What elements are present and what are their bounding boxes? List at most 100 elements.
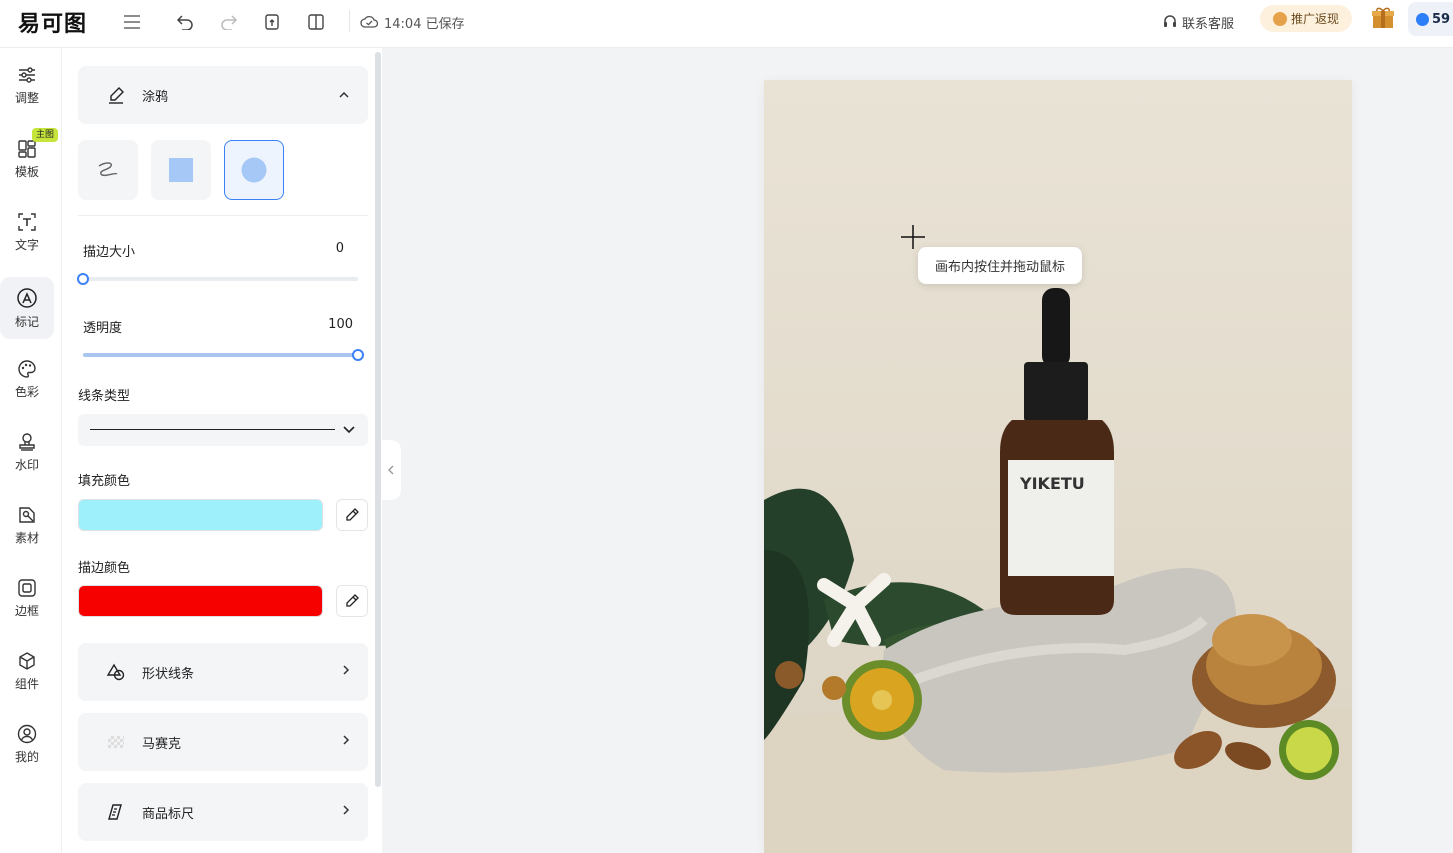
mosaic-label: 马赛克 [142,736,182,752]
contact-service-label: 联系客服 [1182,16,1235,32]
nav-item-mark[interactable]: 标记 [0,277,54,339]
nav-label-text: 文字 [14,237,39,252]
opacity-slider-fill [83,353,358,357]
nav-label-mark: 标记 [14,314,39,329]
chevron-right-icon [342,664,350,680]
save-status-text: 14:04 已保存 [384,16,465,32]
product-photo: YIKETU [764,288,1352,853]
bottle-brand-text: YIKETU [1019,474,1085,493]
rectangle-tool-button[interactable] [151,140,211,200]
sliders-icon [19,66,35,83]
line-type-select[interactable] [78,414,368,446]
collapse-panel-button[interactable] [381,440,401,500]
opacity-slider-handle[interactable] [352,349,364,361]
circle-icon [241,157,267,183]
top-toolbar: 易可图 14:04 已保存 联系客服 推广返现 59 [0,0,1453,48]
toolbar-divider [349,10,350,32]
nav-label-component: 组件 [14,676,39,691]
text-icon [18,212,36,231]
credits-value: 59 [1432,11,1451,27]
restore-icon[interactable] [259,9,285,35]
nav-item-material[interactable]: 素材 [0,494,54,556]
menu-icon[interactable] [119,9,145,35]
chevron-right-icon [342,804,350,820]
contact-service-button[interactable]: 联系客服 [1162,9,1234,35]
palette-icon [18,359,36,378]
bottle-dropper-bulb [1042,288,1070,368]
square-icon [169,158,193,182]
doodle-title: 涂鸦 [142,89,169,105]
nav-item-frame[interactable]: 边框 [0,567,54,629]
opacity-label: 透明度 [83,321,123,336]
shapes-lines-label: 形状线条 [142,666,195,682]
freehand-line-icon [98,162,118,177]
mark-icon [17,287,37,308]
coin-icon [1272,11,1287,26]
headset-icon [1164,15,1176,27]
nav-item-watermark[interactable]: 水印 [0,421,54,483]
mark-settings-panel: 涂鸦 描边大小 0 透明度 100 线条类型 填充颜色 描边颜色 形状线条 马赛… [62,48,382,853]
mosaic-section[interactable]: 马赛克 [78,713,368,771]
bottle-cap [1024,362,1088,422]
stamp-icon [19,432,35,451]
stroke-color-label: 描边颜色 [78,561,131,576]
opacity-value: 100 [328,317,353,332]
divider [78,215,368,216]
leaf [764,550,809,740]
promo-cashback-button[interactable]: 推广返现 [1260,5,1352,32]
gift-box-icon[interactable] [1371,6,1395,30]
opacity-slider[interactable] [83,349,364,361]
product-ruler-label: 商品标尺 [142,806,195,822]
nav-label-adjust: 调整 [14,90,39,105]
shapes-icon [106,662,126,682]
stroke-eyedropper-button[interactable] [336,585,368,617]
fill-eyedropper-button[interactable] [336,499,368,531]
mosaic-icon [106,732,126,752]
promo-label: 推广返现 [1290,12,1339,26]
compare-icon[interactable] [303,9,329,35]
left-nav: 调整 模板 主图 文字 标记 色彩 水印 素材 边框 组件 我的 [0,48,62,853]
nav-label-frame: 边框 [14,603,39,618]
eyedropper-icon [346,508,359,521]
nav-item-component[interactable]: 组件 [0,640,54,702]
stroke-size-value: 0 [335,241,344,256]
lightning-icon [1416,12,1429,26]
frame-icon [18,578,36,597]
nav-label-color: 色彩 [14,384,39,399]
doodle-section-header[interactable]: 涂鸦 [78,66,368,124]
user-icon [17,724,37,743]
stroke-color-swatch[interactable] [78,585,323,617]
canvas-hint-tooltip: 画布内按住并拖动鼠标 [918,247,1082,284]
nav-item-color[interactable]: 色彩 [0,348,54,410]
cube-icon [19,651,35,670]
material-icon [19,506,35,523]
ruler-icon [106,802,126,822]
freehand-tool-button[interactable] [78,140,138,200]
main-image-badge: 主图 [32,128,59,142]
redo-icon[interactable] [216,9,242,35]
circle-tool-button[interactable] [224,140,284,200]
nav-label-material: 素材 [14,530,39,545]
design-canvas[interactable]: YIKETU [764,80,1352,853]
line-type-label: 线条类型 [78,389,131,404]
chevron-up-icon[interactable] [338,88,350,103]
crosshair-cursor-icon [901,225,925,249]
app-logo[interactable]: 易可图 [18,6,87,38]
stroke-size-slider[interactable] [77,273,358,285]
credits-badge[interactable]: 59 [1408,2,1453,36]
panel-scrollbar[interactable] [375,52,381,787]
shapes-lines-section[interactable]: 形状线条 [78,643,368,701]
chevron-down-icon [343,426,355,434]
nav-item-adjust[interactable]: 调整 [0,54,54,116]
chevron-left-icon [388,465,394,475]
undo-icon[interactable] [172,9,198,35]
nav-item-mine[interactable]: 我的 [0,713,54,775]
solid-line-preview [90,429,335,430]
stroke-size-slider-handle[interactable] [77,273,89,285]
fill-color-swatch[interactable] [78,499,323,531]
nav-item-text[interactable]: 文字 [0,201,54,263]
nav-label-mine: 我的 [14,749,39,764]
product-ruler-section[interactable]: 商品标尺 [78,783,368,841]
chevron-right-icon [342,734,350,750]
stroke-size-label: 描边大小 [83,245,136,260]
